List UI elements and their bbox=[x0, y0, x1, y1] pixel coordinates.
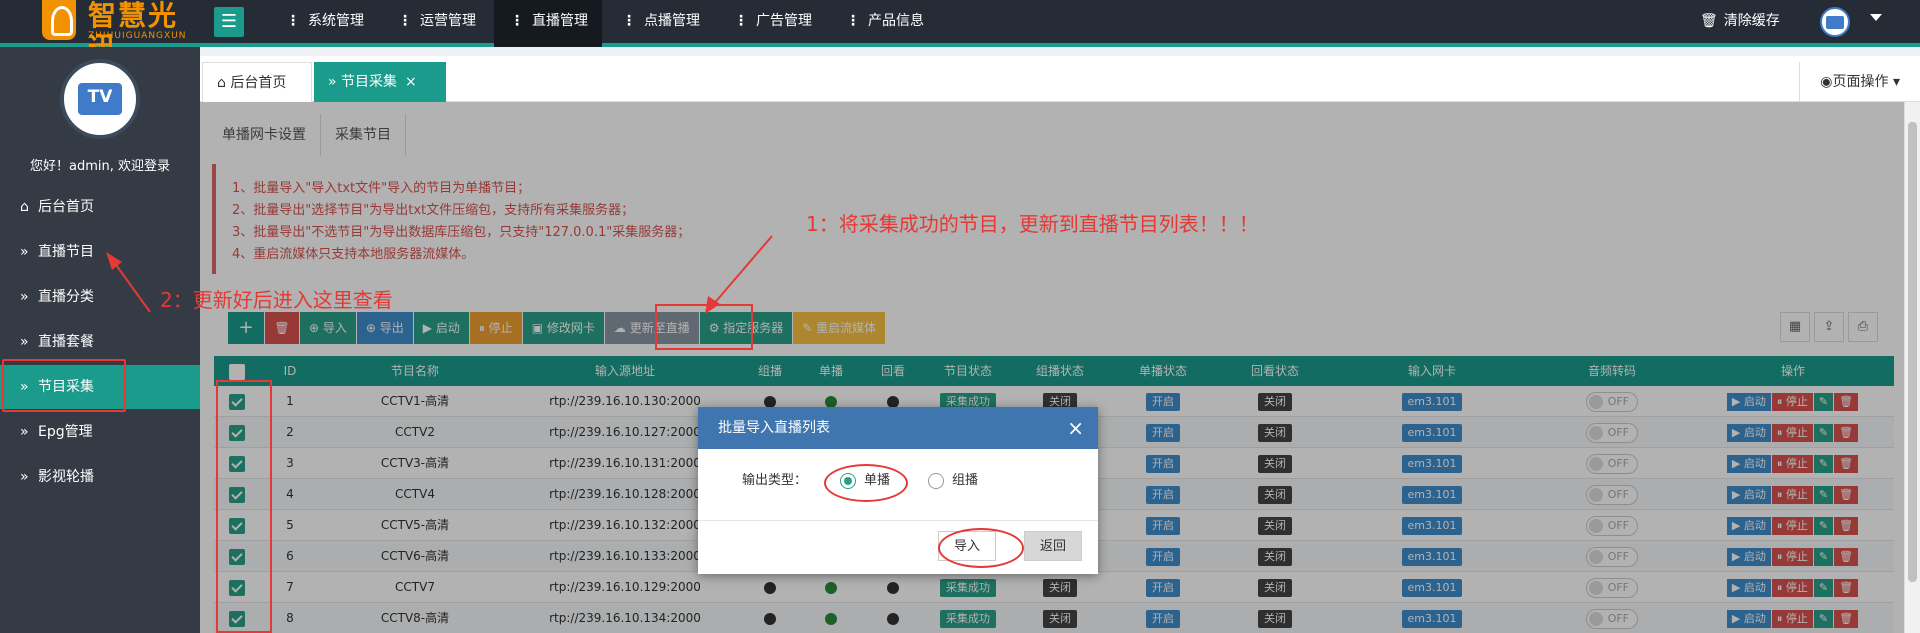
tab-bar: ⌂ 后台首页 » 节目采集 × ◉页面操作 ▾ bbox=[200, 56, 1920, 102]
nav-item-ads[interactable]: ⋮ 广告管理 bbox=[718, 0, 826, 47]
tab-home[interactable]: ⌂ 后台首页 bbox=[202, 62, 312, 102]
annotation-ellipse-unicast bbox=[824, 464, 908, 502]
nav-item-vod[interactable]: ⋮ 点播管理 bbox=[606, 0, 714, 47]
annotation-text-1: 1：将采集成功的节目，更新到直播节目列表！！！ bbox=[806, 212, 1259, 236]
page-ops-dropdown[interactable]: ◉页面操作 ▾ bbox=[1799, 62, 1920, 102]
sidebar-item-live-programs[interactable]: » 直播节目 bbox=[0, 230, 200, 274]
welcome-text: 您好！admin, 欢迎登录 bbox=[30, 159, 170, 174]
double-chevron-icon: » bbox=[20, 334, 29, 350]
brand-logo-icon bbox=[42, 0, 76, 40]
sidebar: 您好！admin, 欢迎登录 ⌂后台首页 »直播节目 »直播分类 »直播套餐 »… bbox=[0, 47, 200, 633]
close-icon[interactable]: × bbox=[405, 74, 417, 90]
brand-name-en: ZHIHUIGUANGXUN bbox=[88, 31, 187, 41]
double-chevron-icon: » bbox=[20, 424, 29, 440]
top-bar: 智慧光迅 ZHIHUIGUANGXUN ☰ ⋮系统管理 ⋮运营管理 ⋮直播管理 … bbox=[0, 0, 1920, 64]
double-chevron-icon: » bbox=[20, 469, 29, 485]
modal-title: 批量导入直播列表 bbox=[718, 420, 830, 436]
brand-logo: 智慧光迅 ZHIHUIGUANGXUN bbox=[30, 0, 200, 64]
clear-cache-button[interactable]: 🗑 清除缓存 bbox=[1700, 0, 1780, 43]
scrollbar[interactable] bbox=[1904, 102, 1920, 633]
annotation-text-2: 2：更新好后进入这里查看 bbox=[160, 288, 393, 312]
annotation-ellipse-import bbox=[938, 528, 1024, 568]
sidebar-item-live-package[interactable]: » 直播套餐 bbox=[0, 320, 200, 364]
home-icon: ⌂ bbox=[20, 199, 29, 215]
chevron-down-icon[interactable] bbox=[1870, 14, 1882, 21]
menu-toggle-icon[interactable]: ☰ bbox=[214, 7, 244, 37]
nav-item-live[interactable]: ⋮ 直播管理 bbox=[494, 0, 602, 47]
annotation-box-sidebar bbox=[2, 359, 126, 412]
radio-unchecked-icon bbox=[928, 472, 944, 489]
nav-item-product[interactable]: ⋮ 产品信息 bbox=[830, 0, 938, 47]
radio-multicast[interactable]: 组播 bbox=[928, 469, 978, 489]
nav-item-operation[interactable]: ⋮ 运营管理 bbox=[382, 0, 490, 47]
double-chevron-icon: » bbox=[20, 244, 29, 260]
modal-header: 批量导入直播列表 × bbox=[698, 407, 1098, 449]
sidebar-item-home[interactable]: ⌂ 后台首页 bbox=[0, 185, 200, 229]
sidebar-item-movie-carousel[interactable]: » 影视轮播 bbox=[0, 455, 200, 499]
close-icon[interactable]: × bbox=[1067, 407, 1084, 449]
user-avatar[interactable] bbox=[1820, 7, 1850, 37]
top-nav: ⋮ 系统管理 ⋮ 运营管理 ⋮ 直播管理 ⋮ 点播管理 ⋮ 广告管理 ⋮ 产品信息 bbox=[270, 0, 942, 47]
trash-icon: 🗑 bbox=[1700, 13, 1718, 29]
tab-program-capture[interactable]: » 节目采集 × bbox=[314, 62, 446, 102]
output-type-label: 输出类型： bbox=[742, 473, 808, 488]
double-chevron-icon: » bbox=[20, 289, 29, 305]
scrollbar-thumb[interactable] bbox=[1908, 122, 1917, 582]
sidebar-avatar bbox=[60, 59, 140, 139]
home-icon: ⌂ bbox=[217, 75, 231, 91]
sidebar-item-epg[interactable]: » Epg管理 bbox=[0, 410, 200, 454]
target-icon: ◉ bbox=[1820, 74, 1833, 90]
nav-item-system[interactable]: ⋮ 系统管理 bbox=[270, 0, 378, 47]
back-button[interactable]: 返回 bbox=[1024, 531, 1082, 561]
annotation-box-update-button bbox=[655, 304, 753, 350]
double-chevron-icon: » bbox=[328, 74, 342, 90]
tv-icon bbox=[1826, 16, 1844, 29]
tv-icon bbox=[78, 83, 122, 115]
annotation-box-checkboxes bbox=[216, 380, 272, 633]
